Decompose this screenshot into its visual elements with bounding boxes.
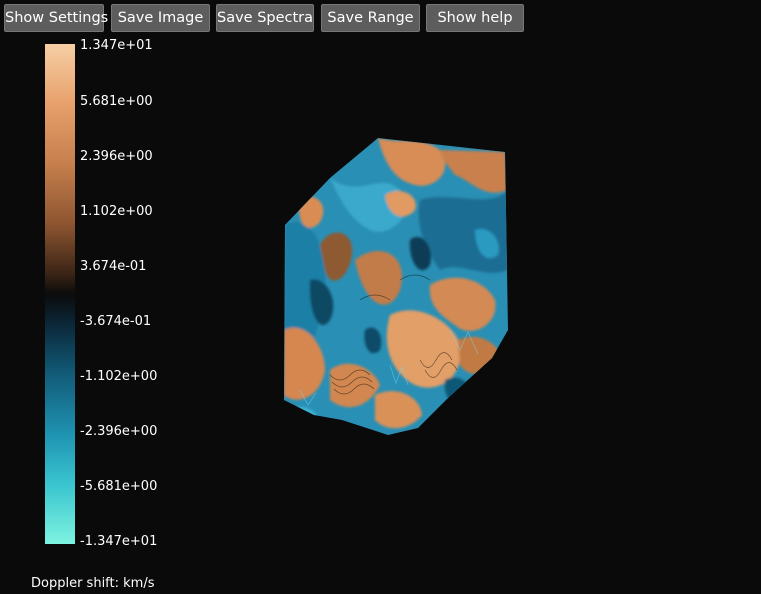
colorbar-tick-label: 1.347e+01 [80, 38, 153, 53]
colorbar-tick-label: 3.674e-01 [80, 259, 147, 274]
show-help-button[interactable]: Show help [426, 4, 524, 32]
colorbar-tick-label: -2.396e+00 [80, 424, 158, 439]
colorbar [45, 44, 75, 544]
colorbar-tick-label: 1.102e+00 [80, 204, 153, 219]
show-settings-button[interactable]: Show Settings [4, 4, 108, 32]
colorbar-tick-label: 2.396e+00 [80, 149, 153, 164]
colorbar-tick-label: -1.347e+01 [80, 534, 158, 549]
colorbar-tick-label: 5.681e+00 [80, 94, 153, 109]
doppler-volume-render[interactable] [270, 130, 520, 445]
colorbar-title: Doppler shift: km/s [31, 576, 155, 591]
save-range-button[interactable]: Save Range [321, 4, 420, 32]
save-image-button[interactable]: Save Image [111, 4, 210, 32]
colorbar-tick-label: -3.674e-01 [80, 314, 152, 329]
colorbar-tick-label: -5.681e+00 [80, 479, 158, 494]
save-spectra-button[interactable]: Save Spectra [216, 4, 314, 32]
colorbar-tick-label: -1.102e+00 [80, 369, 158, 384]
